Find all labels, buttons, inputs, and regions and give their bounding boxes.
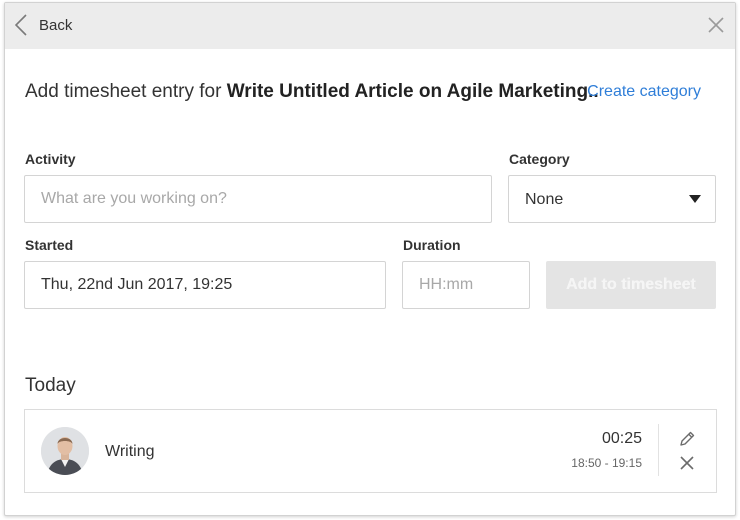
entry-activity: Writing: [105, 443, 155, 460]
title-prefix: Add timesheet entry for: [25, 81, 227, 102]
add-to-timesheet-button[interactable]: Add to timesheet: [546, 261, 716, 309]
duration-label: Duration: [403, 237, 461, 253]
avatar: [41, 427, 89, 475]
category-label: Category: [509, 151, 570, 167]
pencil-icon[interactable]: [678, 430, 696, 448]
create-category-link[interactable]: Create category: [587, 83, 701, 101]
dialog-topbar: Back: [5, 3, 735, 49]
back-label: Back: [39, 16, 73, 34]
chevron-left-icon: [15, 14, 27, 36]
activity-input[interactable]: [24, 175, 492, 223]
task-title: Write Untitled Article on Agile Marketin…: [226, 81, 599, 102]
list-item: Writing 00:25 18:50 - 19:15: [24, 409, 717, 493]
started-label: Started: [25, 237, 74, 253]
today-heading: Today: [25, 375, 76, 396]
page-title: Add timesheet entry for Write Untitled A…: [25, 81, 599, 103]
category-select[interactable]: None: [508, 175, 716, 223]
activity-label: Activity: [25, 151, 76, 167]
close-icon[interactable]: [707, 16, 725, 34]
back-button[interactable]: Back: [15, 13, 72, 37]
category-value: None: [525, 191, 564, 208]
duration-input[interactable]: [402, 261, 530, 309]
divider: [658, 424, 659, 476]
started-input[interactable]: [24, 261, 386, 309]
entry-duration: 00:25: [601, 430, 642, 447]
close-icon[interactable]: [680, 456, 694, 470]
caret-down-icon: [689, 195, 701, 203]
timesheet-dialog: Back Add timesheet entry for Write Untit…: [4, 2, 736, 516]
entry-time-range: 18:50 - 19:15: [571, 456, 642, 470]
